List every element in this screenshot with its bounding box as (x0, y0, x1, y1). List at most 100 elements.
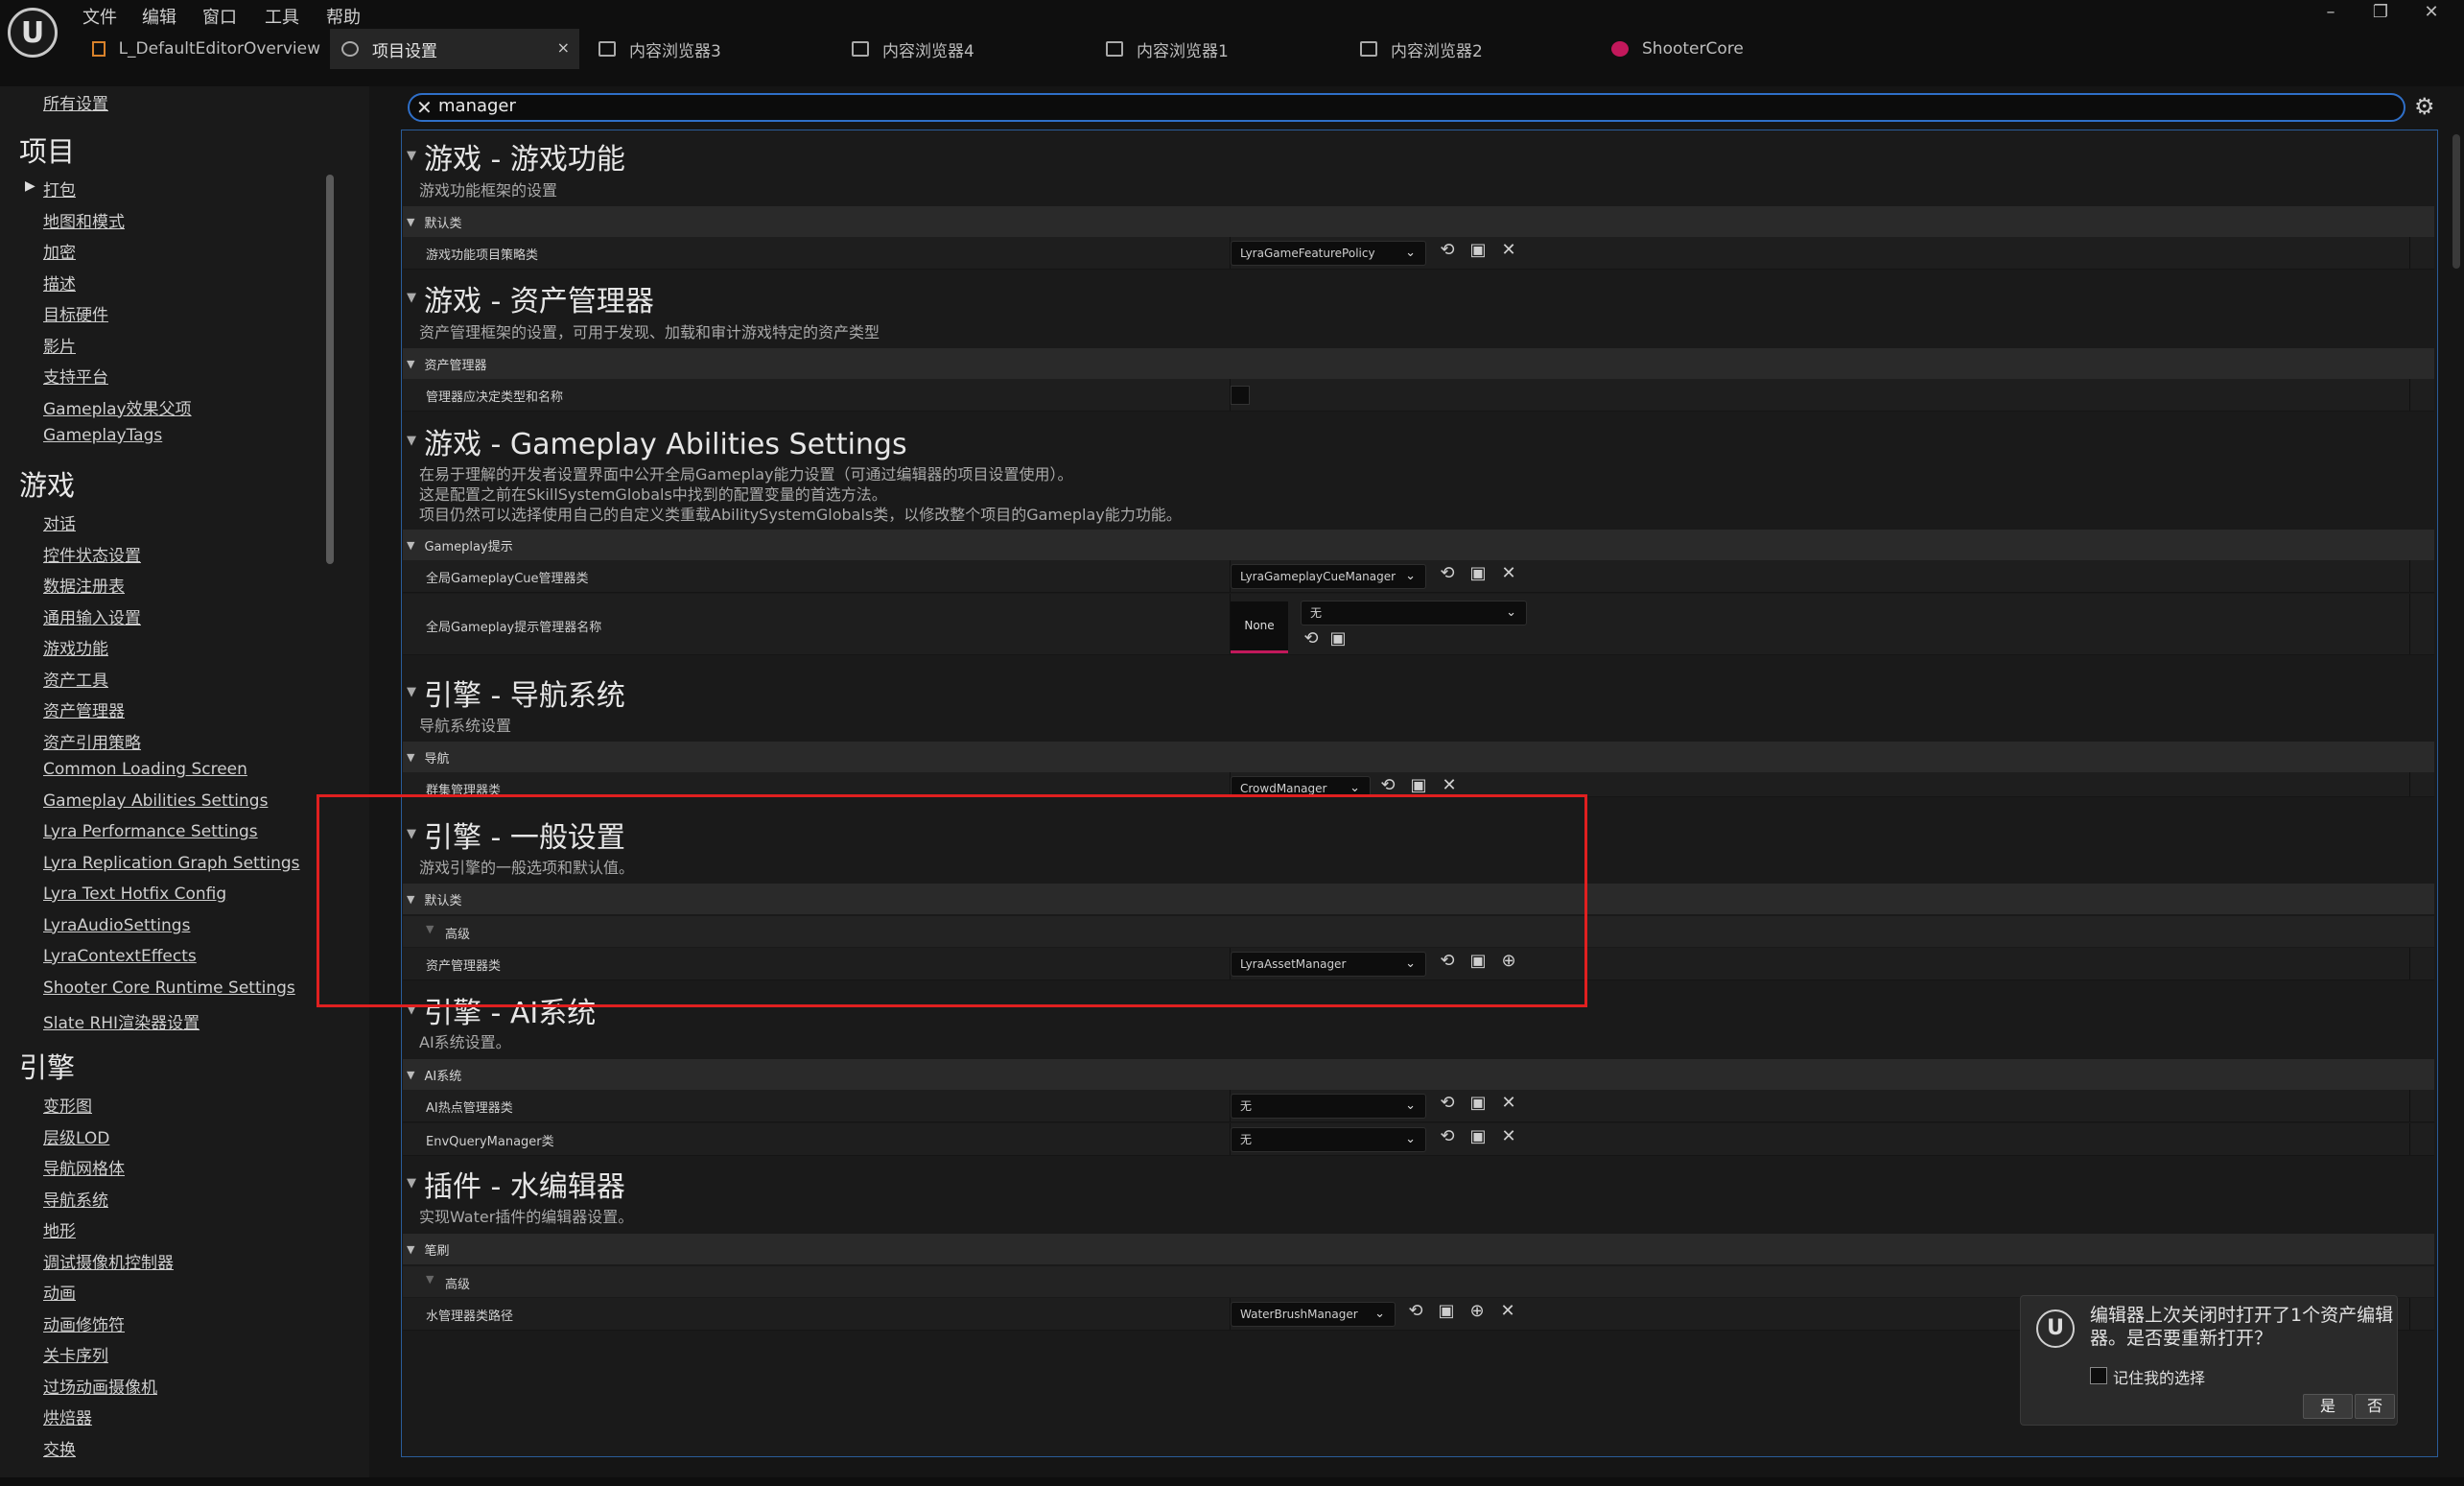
collapse-arrow-icon[interactable]: ▼ (407, 539, 414, 552)
class-picker-combo[interactable]: LyraGameplayCueManager ⌄ (1231, 564, 1426, 589)
class-picker-combo[interactable]: 无 ⌄ (1231, 1127, 1426, 1152)
tab-content-browser-3[interactable]: 内容浏览器3 (587, 29, 827, 69)
sidebar-item[interactable]: 导航系统 (43, 1187, 108, 1211)
gear-icon[interactable]: ⚙ (2414, 93, 2435, 120)
menu-tools[interactable]: 工具 (265, 4, 299, 29)
close-tab-icon[interactable]: × (557, 38, 570, 57)
clear-icon[interactable]: ✕ (1498, 1126, 1519, 1146)
category-header[interactable]: ▼ 导航 (403, 742, 2434, 772)
sidebar-item[interactable]: 资产工具 (43, 667, 108, 691)
checkbox[interactable] (1231, 386, 1250, 405)
collapse-arrow-icon[interactable]: ▼ (407, 358, 414, 370)
close-window-button[interactable]: ✕ (2412, 2, 2451, 27)
sidebar-item[interactable]: 描述 (43, 271, 76, 295)
category-header[interactable]: ▼ 默认类 (403, 206, 2434, 237)
collapse-arrow-icon[interactable]: ▼ (407, 1176, 416, 1191)
advanced-subheader[interactable]: ▼ 高级 (403, 1266, 2434, 1297)
clear-icon[interactable]: ✕ (1439, 775, 1460, 795)
sidebar-item[interactable]: 目标硬件 (43, 301, 108, 325)
sidebar-item[interactable]: 动画修饰符 (43, 1311, 125, 1335)
sidebar-item[interactable]: 动画 (43, 1280, 76, 1304)
collapse-arrow-icon[interactable]: ▼ (407, 291, 416, 305)
yes-button[interactable]: 是 (2303, 1394, 2353, 1419)
collapse-arrow-icon[interactable]: ▼ (407, 1243, 414, 1256)
sidebar-item[interactable]: 变形图 (43, 1093, 92, 1117)
collapse-arrow-icon[interactable]: ▼ (426, 1273, 434, 1286)
category-header[interactable]: ▼ AI系统 (403, 1059, 2434, 1090)
sidebar-item[interactable]: Lyra Text Hotfix Config (43, 885, 226, 904)
sidebar-item[interactable]: 数据注册表 (43, 573, 125, 597)
expand-arrow-icon[interactable]: ▶ (25, 178, 35, 194)
sidebar-item[interactable]: 控件状态设置 (43, 542, 141, 566)
menu-file[interactable]: 文件 (82, 4, 117, 29)
sidebar-item[interactable]: 层级LOD (43, 1124, 109, 1148)
add-icon[interactable]: ⊕ (1467, 1301, 1488, 1321)
sidebar-item[interactable]: Common Loading Screen (43, 760, 247, 779)
use-selected-icon[interactable]: ⟲ (1437, 1093, 1458, 1113)
sidebar-item[interactable]: Shooter Core Runtime Settings (43, 979, 295, 998)
tab-content-browser-4[interactable]: 内容浏览器4 (840, 29, 1080, 69)
tab-content-browser-2[interactable]: 内容浏览器2 (1349, 29, 1588, 69)
clear-icon[interactable]: ✕ (1498, 1093, 1519, 1113)
sidebar-item[interactable]: LyraAudioSettings (43, 916, 190, 935)
sidebar-item[interactable]: LyraContextEffects (43, 947, 197, 966)
sidebar-item[interactable]: 支持平台 (43, 364, 108, 388)
sidebar-item[interactable]: 打包 (43, 177, 76, 200)
browse-asset-icon[interactable]: ▣ (1467, 1093, 1489, 1113)
unreal-logo-icon[interactable]: U (8, 8, 58, 58)
sidebar-item[interactable]: Lyra Replication Graph Settings (43, 854, 300, 873)
category-header[interactable]: ▼ 资产管理器 (403, 348, 2434, 379)
sidebar-item[interactable]: 游戏功能 (43, 635, 108, 659)
sidebar-item[interactable]: 地图和模式 (43, 208, 125, 232)
collapse-arrow-icon[interactable]: ▼ (407, 1069, 414, 1081)
browse-asset-icon[interactable]: ▣ (1467, 563, 1489, 583)
sidebar-item[interactable]: 交换 (43, 1436, 76, 1460)
use-selected-icon[interactable]: ⟲ (1437, 1126, 1458, 1146)
menu-window[interactable]: 窗口 (202, 4, 237, 29)
use-selected-icon[interactable]: ⟲ (1437, 563, 1458, 583)
sidebar-item[interactable]: 过场动画摄像机 (43, 1374, 157, 1398)
collapse-arrow-icon[interactable]: ▼ (407, 149, 416, 163)
sidebar-scrollbar[interactable] (326, 175, 334, 564)
browse-asset-icon[interactable]: ▣ (1408, 775, 1429, 795)
class-picker-combo[interactable]: 无 ⌄ (1231, 1094, 1426, 1119)
clear-icon[interactable]: ✕ (1498, 240, 1519, 260)
browse-asset-icon[interactable]: ▣ (1436, 1301, 1457, 1321)
class-picker-combo[interactable]: WaterBrushManager ⌄ (1231, 1302, 1396, 1327)
collapse-arrow-icon[interactable]: ▼ (407, 751, 414, 764)
clear-icon[interactable]: ✕ (1498, 563, 1519, 583)
details-scrollbar[interactable] (2452, 134, 2460, 269)
search-input[interactable] (438, 96, 1877, 116)
sidebar-item[interactable]: 加密 (43, 239, 76, 263)
use-selected-icon[interactable]: ⟲ (1301, 628, 1322, 649)
sidebar-item[interactable]: 资产引用策略 (43, 729, 141, 753)
collapse-arrow-icon[interactable]: ▼ (407, 685, 416, 699)
use-selected-icon[interactable]: ⟲ (1405, 1301, 1426, 1321)
minimize-button[interactable]: – (2311, 2, 2350, 27)
category-header[interactable]: ▼ 笔刷 (403, 1234, 2434, 1264)
asset-thumbnail[interactable]: None (1231, 601, 1288, 653)
sidebar-item[interactable]: GameplayTags (43, 426, 162, 445)
collapse-arrow-icon[interactable]: ▼ (407, 216, 414, 228)
category-header[interactable]: ▼ Gameplay提示 (403, 530, 2434, 560)
browse-asset-icon[interactable]: ▣ (1467, 1126, 1489, 1146)
clear-icon[interactable]: ✕ (1497, 1301, 1518, 1321)
class-picker-combo[interactable]: LyraGameFeaturePolicy ⌄ (1231, 241, 1426, 266)
use-selected-icon[interactable]: ⟲ (1377, 775, 1398, 795)
sidebar-item[interactable]: 调试摄像机控制器 (43, 1249, 174, 1273)
sidebar-item[interactable]: Gameplay Abilities Settings (43, 791, 268, 811)
sidebar-item[interactable]: 通用输入设置 (43, 604, 141, 628)
remember-checkbox[interactable] (2090, 1367, 2107, 1384)
tab-shooter-core[interactable]: ShooterCore (1600, 29, 1840, 69)
sidebar-item[interactable]: 地形 (43, 1217, 76, 1241)
sidebar-item-all-settings[interactable]: 所有设置 (43, 90, 108, 114)
tab-project-settings[interactable]: 项目设置 × (330, 29, 579, 69)
sidebar-item[interactable]: 资产管理器 (43, 697, 125, 721)
name-combo[interactable]: 无 ⌄ (1301, 601, 1527, 625)
sidebar-item[interactable]: 导航网格体 (43, 1155, 125, 1179)
browse-asset-icon[interactable]: ▣ (1467, 240, 1489, 260)
menu-help[interactable]: 帮助 (326, 4, 361, 29)
sidebar-item[interactable]: 影片 (43, 333, 76, 357)
sidebar-item[interactable]: 对话 (43, 510, 76, 534)
use-selected-icon[interactable]: ⟲ (1437, 240, 1458, 260)
